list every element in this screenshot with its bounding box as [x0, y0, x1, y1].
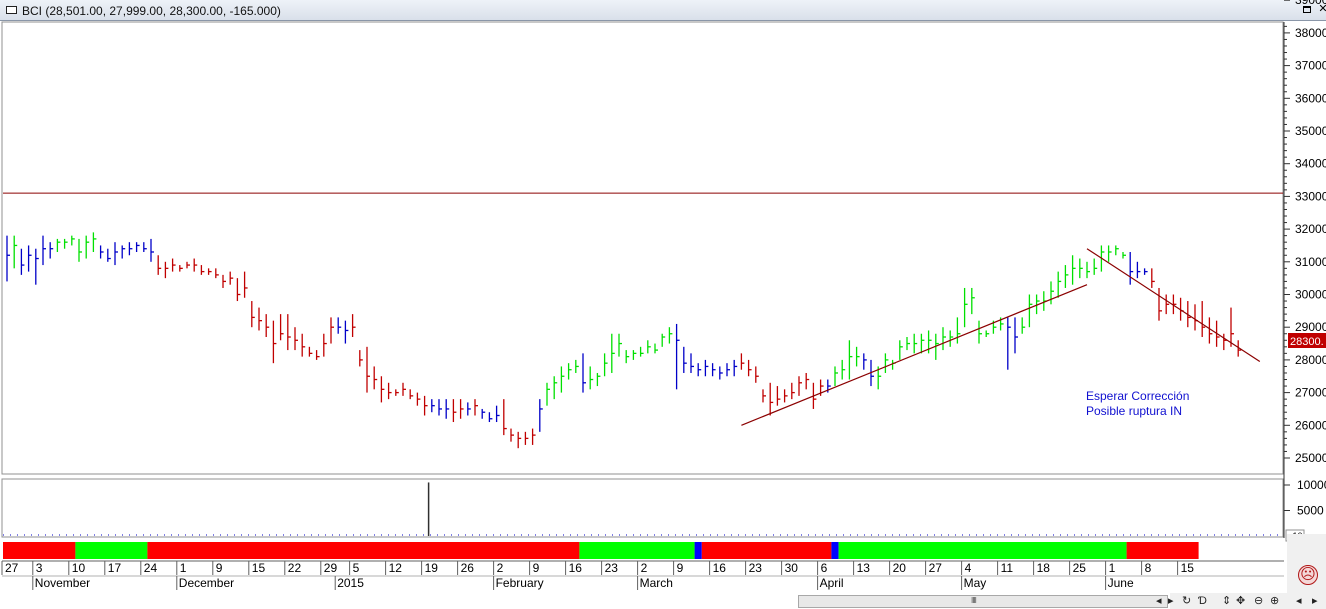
price-tick-label: 25000	[1295, 451, 1326, 465]
date-tick-label: 16	[713, 561, 727, 575]
date-tick-label: 17	[108, 561, 122, 575]
regime-band-blue	[831, 542, 839, 559]
volume-panel-frame	[1, 478, 1284, 538]
price-tick-label: 28000	[1295, 353, 1326, 367]
month-tick-label: June	[1108, 576, 1134, 590]
regime-band-red	[147, 542, 580, 559]
date-tick-label: 9	[533, 561, 540, 575]
regime-band-green	[75, 542, 148, 559]
price-tick-label: 33000	[1295, 189, 1326, 203]
date-tick-label: 30	[785, 561, 799, 575]
month-tick-label: February	[496, 576, 544, 590]
date-tick-label: 2	[497, 561, 504, 575]
month-tick-label: April	[820, 576, 844, 590]
price-tick-label: 36000	[1295, 91, 1326, 105]
annotation-line-1: Esperar Corrección	[1086, 389, 1189, 403]
redraw-button[interactable]: Ɗ	[1198, 594, 1207, 608]
nav-toolbar	[1170, 593, 1326, 609]
date-tick-label: 2	[641, 561, 648, 575]
date-tick-label: 6	[821, 561, 828, 575]
date-tick-label: 24	[144, 561, 158, 575]
date-tick-label: 13	[857, 561, 871, 575]
zoom-out-button[interactable]: ⊖	[1254, 594, 1263, 608]
regime-band-green	[579, 542, 695, 559]
date-tick-label: 20	[893, 561, 907, 575]
date-tick-label: 15	[252, 561, 266, 575]
pan-all-button[interactable]: ✥	[1236, 594, 1245, 608]
date-tick-label: 4	[965, 561, 972, 575]
scroll-right-button[interactable]: ▸	[1168, 594, 1174, 608]
month-tick-label: 2015	[337, 576, 364, 590]
date-tick-label: 10	[72, 561, 86, 575]
date-tick-label: 3	[36, 561, 43, 575]
forward-button[interactable]: ▸	[1312, 594, 1318, 608]
price-tick-label: 32000	[1295, 222, 1326, 236]
annotation-line-2: Posible ruptura IN	[1086, 404, 1182, 418]
date-tick-label: 15	[1181, 561, 1195, 575]
date-tick-label: 1	[180, 561, 187, 575]
month-tick-label: March	[640, 576, 673, 590]
scroll-grip[interactable]: IIII	[971, 596, 977, 605]
date-tick-label: 1	[1109, 561, 1116, 575]
volume-tick-label: 10000	[1297, 478, 1326, 492]
date-tick-label: 16	[569, 561, 583, 575]
price-tick-label: 35000	[1295, 124, 1326, 138]
date-tick-label: 8	[1145, 561, 1152, 575]
pan-vertical-button[interactable]: ⇕	[1222, 594, 1231, 608]
sad-face-icon[interactable]: ☹	[1298, 565, 1318, 585]
month-tick-label: November	[35, 576, 90, 590]
month-tick-label: May	[964, 576, 987, 590]
horizontal-scrollbar[interactable]: IIII	[798, 595, 1168, 608]
refresh-button[interactable]: ↻	[1182, 594, 1191, 608]
price-tick-label: 26000	[1295, 418, 1326, 432]
price-tick-label: 29000	[1295, 320, 1326, 334]
date-tick-label: 27	[5, 561, 19, 575]
regime-band-red	[1126, 542, 1199, 559]
price-tick-label: 31000	[1295, 255, 1326, 269]
last-price-label: 28300.	[1290, 336, 1324, 348]
scroll-left-button[interactable]: ◂	[1156, 594, 1162, 608]
date-tick-label: 12	[389, 561, 403, 575]
date-tick-label: 22	[288, 561, 302, 575]
trendline-2	[1086, 248, 1261, 363]
date-tick-label: 9	[216, 561, 223, 575]
date-tick-label: 27	[929, 561, 943, 575]
date-tick-label: 23	[605, 561, 619, 575]
date-tick-label: 23	[749, 561, 763, 575]
back-button[interactable]: ◂	[1296, 594, 1302, 608]
date-tick-label: 19	[425, 561, 439, 575]
price-tick-label: 39000	[1295, 0, 1326, 7]
regime-band-green	[838, 542, 1127, 559]
date-tick-label: 25	[1073, 561, 1087, 575]
price-tick-label: 27000	[1295, 386, 1326, 400]
chart: 2500026000270002800029000300003100032000…	[1, 0, 1326, 590]
trendline-1	[741, 284, 1088, 426]
month-tick-label: December	[179, 576, 234, 590]
price-tick-label: 30000	[1295, 288, 1326, 302]
regime-band-blue	[694, 542, 702, 559]
price-tick-label: 38000	[1295, 26, 1326, 40]
volume-tick-label: 5000	[1297, 504, 1324, 518]
date-tick-label: 9	[677, 561, 684, 575]
date-tick-label: 26	[461, 561, 475, 575]
date-tick-label: 11	[1001, 561, 1014, 575]
date-tick-label: 5	[353, 561, 360, 575]
price-tick-label: 34000	[1295, 157, 1326, 171]
regime-band-red	[3, 542, 76, 559]
date-tick-label: 18	[1037, 561, 1051, 575]
zoom-in-button[interactable]: ⊕	[1270, 594, 1279, 608]
regime-band-red	[701, 542, 832, 559]
date-tick-label: 29	[324, 561, 338, 575]
price-tick-label: 37000	[1295, 59, 1326, 73]
